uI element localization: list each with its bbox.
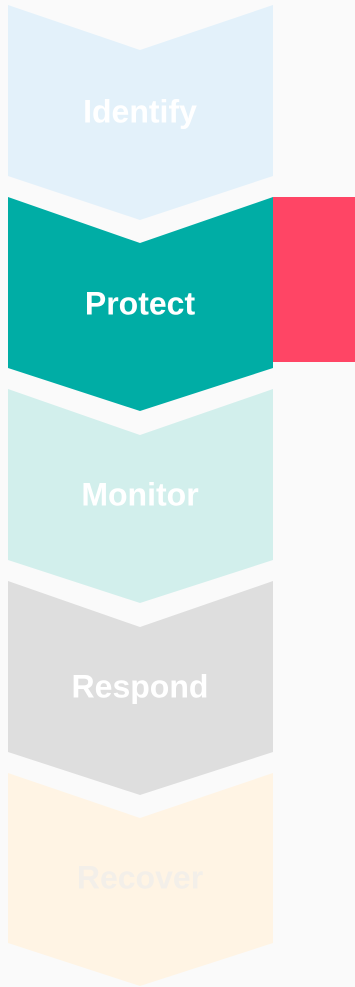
step-recover-label: Recover bbox=[77, 859, 203, 895]
step-respond-label: Respond bbox=[72, 668, 209, 704]
step-monitor-label: Monitor bbox=[81, 476, 198, 512]
process-chevron-diagram: Identify Protect Monitor Respond Recover bbox=[8, 5, 273, 986]
active-step-marker bbox=[273, 197, 355, 362]
step-protect-label: Protect bbox=[85, 285, 196, 321]
step-identify-label: Identify bbox=[83, 93, 197, 129]
